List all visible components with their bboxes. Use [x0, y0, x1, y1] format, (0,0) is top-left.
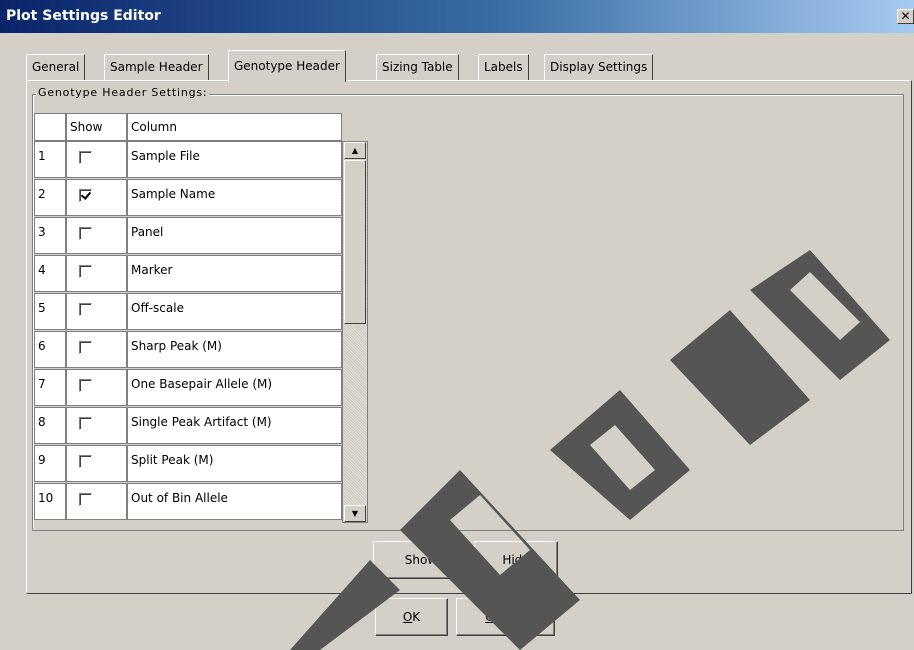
show-checkbox[interactable]	[79, 379, 92, 392]
column-name: Sample Name	[127, 179, 342, 216]
show-cell	[66, 217, 127, 254]
column-name: Sample File	[127, 141, 342, 178]
row-number: 2	[34, 179, 66, 216]
scroll-up-button[interactable]: ▲	[344, 142, 366, 159]
column-name: Off-scale	[127, 293, 342, 330]
column-name: Panel	[127, 217, 342, 254]
tab-labels[interactable]: Labels	[478, 54, 529, 80]
tab-general[interactable]: General	[26, 54, 86, 80]
table-scrollbar[interactable]: ▲ ▼	[342, 141, 368, 523]
cancel-button[interactable]: Cancel	[456, 598, 555, 636]
column-name: Single Peak Artifact (M)	[127, 407, 342, 444]
row-number: 10	[34, 483, 66, 520]
table-row: 6 Sharp Peak (M)	[34, 331, 342, 369]
table-row: 2 Sample Name	[34, 179, 342, 217]
show-cell	[66, 331, 127, 368]
table-row: 9 Split Peak (M)	[34, 445, 342, 483]
scroll-thumb[interactable]	[344, 160, 366, 324]
tab-display-settings[interactable]: Display Settings	[544, 54, 654, 80]
show-checkbox[interactable]	[79, 417, 92, 430]
show-cell	[66, 445, 127, 482]
show-cell	[66, 255, 127, 292]
table-row: 10 Out of Bin Allele	[34, 483, 342, 521]
ok-label-rest: K	[412, 610, 421, 624]
show-cell	[66, 141, 127, 178]
show-checkbox[interactable]	[79, 151, 92, 164]
window-title: Plot Settings Editor	[6, 8, 161, 24]
show-checkbox[interactable]	[79, 493, 92, 506]
column-name: One Basepair Allele (M)	[127, 369, 342, 406]
arrow-down-icon: ▼	[351, 509, 359, 518]
scroll-down-button[interactable]: ▼	[344, 505, 366, 522]
tab-sizing-table[interactable]: Sizing Table	[376, 54, 459, 80]
column-name: Marker	[127, 255, 342, 292]
group-legend: Genotype Header Settings:	[36, 86, 210, 99]
show-checkbox[interactable]	[79, 265, 92, 278]
row-number: 4	[34, 255, 66, 292]
row-number: 8	[34, 407, 66, 444]
cancel-mnemonic: C	[485, 610, 494, 624]
table-row: 5 Off-scale	[34, 293, 342, 331]
close-icon: ✕	[900, 9, 911, 23]
table-row: 4 Marker	[34, 255, 342, 293]
column-name: Split Peak (M)	[127, 445, 342, 482]
cancel-label-rest: ancel	[493, 610, 526, 624]
show-cell	[66, 483, 127, 520]
show-cell	[66, 293, 127, 330]
row-number: 6	[34, 331, 66, 368]
header-show: Show	[66, 113, 127, 141]
row-number: 1	[34, 141, 66, 178]
show-checkbox[interactable]	[79, 303, 92, 316]
ok-button[interactable]: OK	[375, 598, 448, 636]
show-cell	[66, 179, 127, 216]
table-row: 8 Single Peak Artifact (M)	[34, 407, 342, 445]
table-row: 7 One Basepair Allele (M)	[34, 369, 342, 407]
table-row: 3 Panel	[34, 217, 342, 255]
show-checkbox[interactable]	[79, 455, 92, 468]
show-checkbox[interactable]	[79, 227, 92, 240]
arrow-up-icon: ▲	[351, 146, 359, 155]
column-name: Out of Bin Allele	[127, 483, 342, 520]
close-button[interactable]: ✕	[897, 9, 914, 24]
row-number: 3	[34, 217, 66, 254]
show-cell	[66, 407, 127, 444]
ok-mnemonic: O	[402, 610, 413, 624]
settings-table: Show Column 1 Sample File 2 Sample Name 3 Pan…	[34, 113, 368, 523]
header-column: Column	[127, 113, 342, 141]
hide-button[interactable]: Hide	[474, 541, 558, 579]
show-button[interactable]: Show	[373, 541, 469, 579]
show-cell	[66, 369, 127, 406]
header-index	[34, 113, 66, 141]
show-checkbox[interactable]	[79, 189, 92, 202]
row-number: 5	[34, 293, 66, 330]
row-number: 7	[34, 369, 66, 406]
title-bar: Plot Settings Editor ✕	[0, 0, 914, 33]
show-checkbox[interactable]	[79, 341, 92, 354]
tab-genotype-header[interactable]: Genotype Header	[228, 50, 346, 82]
column-name: Sharp Peak (M)	[127, 331, 342, 368]
row-number: 9	[34, 445, 66, 482]
tab-sample-header[interactable]: Sample Header	[104, 54, 209, 80]
table-row: 1 Sample File	[34, 141, 342, 179]
